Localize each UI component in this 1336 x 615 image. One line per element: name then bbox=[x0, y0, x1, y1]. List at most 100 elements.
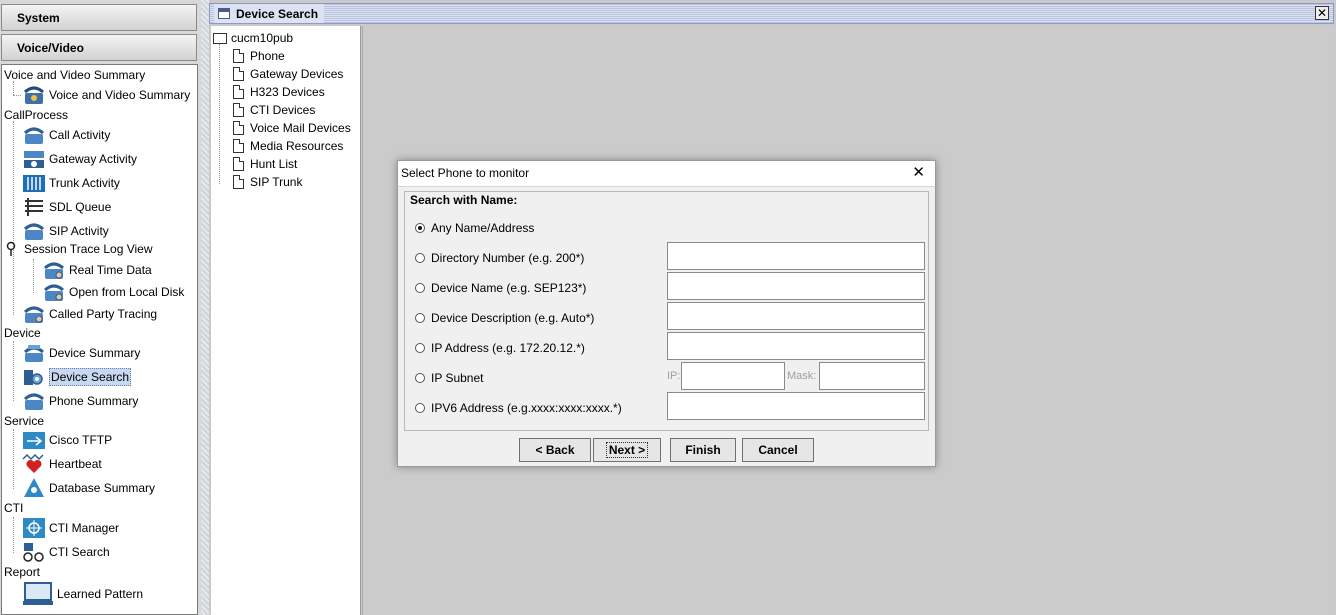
device-tree-root[interactable]: cucm10pub bbox=[213, 29, 293, 47]
device-tree-item-hunt-list[interactable]: Hunt List bbox=[233, 155, 297, 173]
section-voice-video-summary[interactable]: Voice and Video Summary bbox=[4, 68, 145, 82]
binoculars-icon bbox=[23, 543, 44, 562]
tree-item-gateway-activity[interactable]: Gateway Activity bbox=[22, 148, 137, 170]
tree-item-real-time-data[interactable]: Real Time Data bbox=[42, 259, 152, 281]
radio[interactable] bbox=[415, 253, 425, 263]
tree-item-label: Device Summary bbox=[49, 346, 141, 360]
tree-item-label: SDL Queue bbox=[49, 200, 112, 214]
document-icon bbox=[233, 139, 244, 153]
tree-item-cti-search[interactable]: CTI Search bbox=[22, 541, 110, 563]
pane-splitter[interactable] bbox=[201, 0, 209, 615]
dialog-title: Select Phone to monitor bbox=[401, 166, 530, 180]
radio[interactable] bbox=[415, 283, 425, 293]
tree-item-session-trace[interactable]: Session Trace Log View bbox=[4, 240, 153, 258]
subnet-mask-label: Mask: bbox=[787, 370, 817, 382]
tree-item-cti-manager[interactable]: CTI Manager bbox=[22, 517, 119, 539]
tree-item-label: Voice and Video Summary bbox=[49, 88, 191, 102]
option-device-description[interactable]: Device Description (e.g. Auto*) bbox=[415, 310, 594, 326]
tree-connector bbox=[33, 259, 34, 293]
voice-video-nav-button[interactable]: Voice/Video bbox=[1, 34, 197, 61]
ip-address-field[interactable] bbox=[667, 332, 928, 361]
device-tree-item-h323-devices[interactable]: H323 Devices bbox=[233, 83, 325, 101]
frame-close-button[interactable]: ✕ bbox=[1315, 6, 1329, 20]
tree-item-cisco-tftp[interactable]: Cisco TFTP bbox=[22, 429, 112, 451]
device-tree-item-media-resources[interactable]: Media Resources bbox=[233, 137, 343, 155]
directory-number-field[interactable] bbox=[667, 242, 928, 271]
tree-item-device-summary[interactable]: Device Summary bbox=[22, 342, 140, 364]
device-tree: cucm10pub Phone Gateway Devices H323 Dev… bbox=[211, 26, 361, 615]
device-tree-item-label: SIP Trunk bbox=[250, 175, 303, 189]
device-description-field[interactable] bbox=[667, 302, 928, 331]
tree-item-database-summary[interactable]: Database Summary bbox=[22, 477, 155, 499]
ip-address-input[interactable] bbox=[668, 333, 928, 361]
section-callprocess[interactable]: CallProcess bbox=[4, 108, 68, 122]
tree-item-heartbeat[interactable]: Heartbeat bbox=[22, 453, 102, 475]
radio[interactable] bbox=[415, 403, 425, 413]
device-tree-item-gateway-devices[interactable]: Gateway Devices bbox=[233, 65, 343, 83]
device-tree-item-cti-devices[interactable]: CTI Devices bbox=[233, 101, 315, 119]
option-device-name[interactable]: Device Name (e.g. SEP123*) bbox=[415, 280, 586, 296]
tree-item-label: Trunk Activity bbox=[49, 176, 120, 190]
subnet-ip-field[interactable] bbox=[681, 362, 788, 391]
tree-item-label: Real Time Data bbox=[69, 263, 152, 277]
tree-item-open-local-disk[interactable]: Open from Local Disk bbox=[42, 281, 184, 303]
directory-number-input[interactable] bbox=[668, 243, 928, 271]
back-button[interactable]: < Back bbox=[519, 438, 591, 462]
document-icon bbox=[233, 121, 244, 135]
radio-selected[interactable] bbox=[415, 223, 425, 233]
device-tree-item-voice-mail-devices[interactable]: Voice Mail Devices bbox=[233, 119, 351, 137]
device-name-input[interactable] bbox=[668, 273, 928, 301]
tree-item-trunk-activity[interactable]: Trunk Activity bbox=[22, 172, 120, 194]
next-button-label: Next > bbox=[605, 442, 649, 458]
subnet-mask-input[interactable] bbox=[820, 363, 928, 391]
section-cti[interactable]: CTI bbox=[4, 501, 23, 515]
phone-stack-icon bbox=[24, 345, 44, 362]
radio[interactable] bbox=[415, 343, 425, 353]
tree-item-sdl-queue[interactable]: SDL Queue bbox=[22, 196, 111, 218]
pin-icon bbox=[6, 241, 16, 256]
device-tree-item-phone[interactable]: Phone bbox=[233, 47, 285, 65]
radio[interactable] bbox=[415, 373, 425, 383]
document-icon bbox=[233, 157, 244, 171]
device-tree-item-sip-trunk[interactable]: SIP Trunk bbox=[233, 173, 302, 191]
section-device[interactable]: Device bbox=[4, 326, 41, 340]
tree-item-device-search[interactable]: Device Search bbox=[22, 366, 132, 388]
dialog-close-button[interactable]: ✕ bbox=[912, 165, 925, 180]
device-name-field[interactable] bbox=[667, 272, 928, 301]
ipv6-address-input[interactable] bbox=[668, 393, 928, 421]
document-icon bbox=[233, 103, 244, 117]
finish-button[interactable]: Finish bbox=[670, 438, 736, 462]
phone-gear-icon bbox=[44, 284, 64, 301]
tree-item-learned-pattern[interactable]: Learned Pattern bbox=[22, 581, 143, 607]
option-ip-address[interactable]: IP Address (e.g. 172.20.12.*) bbox=[415, 340, 585, 356]
frame-titlebar[interactable]: Device Search ✕ bbox=[209, 3, 1334, 24]
subnet-ip-input[interactable] bbox=[682, 363, 788, 391]
ipv6-address-field[interactable] bbox=[667, 392, 928, 421]
option-ipv6-address[interactable]: IPV6 Address (e.g.xxxx:xxxx:xxxx.*) bbox=[415, 400, 622, 416]
phone-gear-icon bbox=[24, 86, 44, 104]
folder-icon bbox=[213, 32, 227, 44]
next-button[interactable]: Next > bbox=[593, 438, 661, 462]
option-ip-subnet[interactable]: IP Subnet bbox=[415, 370, 484, 386]
option-directory-number[interactable]: Directory Number (e.g. 200*) bbox=[415, 250, 584, 266]
cancel-button[interactable]: Cancel bbox=[742, 438, 814, 462]
section-service[interactable]: Service bbox=[4, 414, 44, 428]
tree-item-call-activity[interactable]: Call Activity bbox=[22, 124, 110, 146]
tree-item-phone-summary[interactable]: Phone Summary bbox=[22, 390, 138, 412]
tree-item-label: CTI Manager bbox=[49, 521, 120, 535]
tree-item-voice-video-summary[interactable]: Voice and Video Summary bbox=[22, 84, 190, 106]
device-tree-item-label: CTI Devices bbox=[250, 103, 316, 117]
section-report[interactable]: Report bbox=[4, 565, 40, 579]
system-nav-button[interactable]: System bbox=[1, 4, 197, 31]
tree-item-sip-activity[interactable]: SIP Activity bbox=[22, 220, 109, 242]
dialog-titlebar[interactable]: Select Phone to monitor ✕ bbox=[398, 161, 935, 187]
tftp-icon bbox=[23, 432, 45, 449]
device-tree-item-label: H323 Devices bbox=[250, 85, 325, 99]
tree-connector bbox=[13, 95, 21, 96]
subnet-mask-field[interactable] bbox=[819, 362, 928, 391]
tree-item-called-party-tracing[interactable]: Called Party Tracing bbox=[22, 303, 157, 325]
device-description-input[interactable] bbox=[668, 303, 928, 331]
radio[interactable] bbox=[415, 313, 425, 323]
option-any-name[interactable]: Any Name/Address bbox=[415, 220, 534, 236]
option-label: Directory Number (e.g. 200*) bbox=[431, 251, 585, 265]
